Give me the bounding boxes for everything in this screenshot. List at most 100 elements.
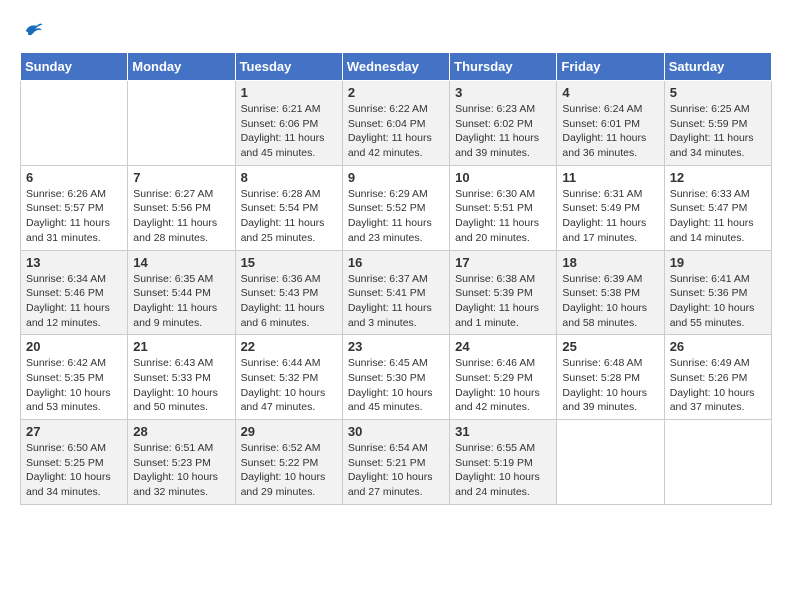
calendar-cell: 20 Sunrise: 6:42 AM Sunset: 5:35 PM Dayli… bbox=[21, 335, 128, 420]
calendar-cell: 4 Sunrise: 6:24 AM Sunset: 6:01 PM Daylig… bbox=[557, 81, 664, 166]
calendar-cell: 12Sunrise: 6:33 AM Sunset: 5:47 PM Dayli… bbox=[664, 165, 771, 250]
calendar-header-thursday: Thursday bbox=[450, 53, 557, 81]
day-info: Sunrise: 6:26 AM Sunset: 5:57 PM Dayligh… bbox=[26, 187, 122, 246]
calendar-header-tuesday: Tuesday bbox=[235, 53, 342, 81]
calendar-header-wednesday: Wednesday bbox=[342, 53, 449, 81]
day-number: 14 bbox=[133, 255, 229, 270]
day-number: 8 bbox=[241, 170, 337, 185]
day-number: 19 bbox=[670, 255, 766, 270]
day-info: Sunrise: 6:25 AM Sunset: 5:59 PM Dayligh… bbox=[670, 102, 766, 161]
day-info: Sunrise: 6:22 AM Sunset: 6:04 PM Dayligh… bbox=[348, 102, 444, 161]
day-info: Sunrise: 6:44 AM Sunset: 5:32 PM Dayligh… bbox=[241, 356, 337, 415]
day-number: 9 bbox=[348, 170, 444, 185]
day-info: Sunrise: 6:49 AM Sunset: 5:26 PM Dayligh… bbox=[670, 356, 766, 415]
day-number: 22 bbox=[241, 339, 337, 354]
day-number: 1 bbox=[241, 85, 337, 100]
day-info: Sunrise: 6:42 AM Sunset: 5:35 PM Dayligh… bbox=[26, 356, 122, 415]
day-number: 23 bbox=[348, 339, 444, 354]
day-number: 31 bbox=[455, 424, 551, 439]
day-number: 30 bbox=[348, 424, 444, 439]
day-number: 24 bbox=[455, 339, 551, 354]
calendar-table: SundayMondayTuesdayWednesdayThursdayFrid… bbox=[20, 52, 772, 505]
calendar-cell: 26 Sunrise: 6:49 AM Sunset: 5:26 PM Dayli… bbox=[664, 335, 771, 420]
day-number: 17 bbox=[455, 255, 551, 270]
calendar-cell: 1 Sunrise: 6:21 AM Sunset: 6:06 PM Daylig… bbox=[235, 81, 342, 166]
logo-bird-icon bbox=[22, 20, 44, 42]
calendar-cell bbox=[557, 420, 664, 505]
day-number: 16 bbox=[348, 255, 444, 270]
day-info: Sunrise: 6:43 AM Sunset: 5:33 PM Dayligh… bbox=[133, 356, 229, 415]
calendar-cell: 6 Sunrise: 6:26 AM Sunset: 5:57 PM Daylig… bbox=[21, 165, 128, 250]
calendar-cell: 14 Sunrise: 6:35 AM Sunset: 5:44 PM Dayli… bbox=[128, 250, 235, 335]
day-number: 10 bbox=[455, 170, 551, 185]
day-info: Sunrise: 6:45 AM Sunset: 5:30 PM Dayligh… bbox=[348, 356, 444, 415]
calendar-cell: 3 Sunrise: 6:23 AM Sunset: 6:02 PM Daylig… bbox=[450, 81, 557, 166]
day-number: 12 bbox=[670, 170, 766, 185]
day-info: Sunrise: 6:55 AM Sunset: 5:19 PM Dayligh… bbox=[455, 441, 551, 500]
calendar-header-row: SundayMondayTuesdayWednesdayThursdayFrid… bbox=[21, 53, 772, 81]
day-number: 2 bbox=[348, 85, 444, 100]
day-number: 20 bbox=[26, 339, 122, 354]
calendar-cell: 16 Sunrise: 6:37 AM Sunset: 5:41 PM Dayli… bbox=[342, 250, 449, 335]
day-info: Sunrise: 6:51 AM Sunset: 5:23 PM Dayligh… bbox=[133, 441, 229, 500]
day-number: 21 bbox=[133, 339, 229, 354]
calendar-cell: 29Sunrise: 6:52 AM Sunset: 5:22 PM Dayli… bbox=[235, 420, 342, 505]
calendar-cell: 22 Sunrise: 6:44 AM Sunset: 5:32 PM Dayli… bbox=[235, 335, 342, 420]
day-number: 7 bbox=[133, 170, 229, 185]
day-info: Sunrise: 6:27 AM Sunset: 5:56 PM Dayligh… bbox=[133, 187, 229, 246]
page-header bbox=[20, 20, 772, 42]
day-info: Sunrise: 6:23 AM Sunset: 6:02 PM Dayligh… bbox=[455, 102, 551, 161]
day-number: 13 bbox=[26, 255, 122, 270]
calendar-cell: 13 Sunrise: 6:34 AM Sunset: 5:46 PM Dayli… bbox=[21, 250, 128, 335]
day-info: Sunrise: 6:34 AM Sunset: 5:46 PM Dayligh… bbox=[26, 272, 122, 331]
calendar-cell: 2 Sunrise: 6:22 AM Sunset: 6:04 PM Daylig… bbox=[342, 81, 449, 166]
day-number: 5 bbox=[670, 85, 766, 100]
day-info: Sunrise: 6:21 AM Sunset: 6:06 PM Dayligh… bbox=[241, 102, 337, 161]
calendar-cell: 18Sunrise: 6:39 AM Sunset: 5:38 PM Dayli… bbox=[557, 250, 664, 335]
day-number: 27 bbox=[26, 424, 122, 439]
day-info: Sunrise: 6:48 AM Sunset: 5:28 PM Dayligh… bbox=[562, 356, 658, 415]
day-info: Sunrise: 6:46 AM Sunset: 5:29 PM Dayligh… bbox=[455, 356, 551, 415]
day-info: Sunrise: 6:36 AM Sunset: 5:43 PM Dayligh… bbox=[241, 272, 337, 331]
calendar-cell bbox=[664, 420, 771, 505]
day-number: 28 bbox=[133, 424, 229, 439]
calendar-cell: 17 Sunrise: 6:38 AM Sunset: 5:39 PM Dayli… bbox=[450, 250, 557, 335]
calendar-cell: 15Sunrise: 6:36 AM Sunset: 5:43 PM Dayli… bbox=[235, 250, 342, 335]
day-info: Sunrise: 6:24 AM Sunset: 6:01 PM Dayligh… bbox=[562, 102, 658, 161]
calendar-week-row: 20 Sunrise: 6:42 AM Sunset: 5:35 PM Dayli… bbox=[21, 335, 772, 420]
day-info: Sunrise: 6:38 AM Sunset: 5:39 PM Dayligh… bbox=[455, 272, 551, 331]
day-info: Sunrise: 6:50 AM Sunset: 5:25 PM Dayligh… bbox=[26, 441, 122, 500]
day-info: Sunrise: 6:30 AM Sunset: 5:51 PM Dayligh… bbox=[455, 187, 551, 246]
day-info: Sunrise: 6:35 AM Sunset: 5:44 PM Dayligh… bbox=[133, 272, 229, 331]
calendar-cell: 23 Sunrise: 6:45 AM Sunset: 5:30 PM Dayli… bbox=[342, 335, 449, 420]
calendar-week-row: 6 Sunrise: 6:26 AM Sunset: 5:57 PM Daylig… bbox=[21, 165, 772, 250]
day-number: 11 bbox=[562, 170, 658, 185]
day-number: 26 bbox=[670, 339, 766, 354]
calendar-cell: 8 Sunrise: 6:28 AM Sunset: 5:54 PM Daylig… bbox=[235, 165, 342, 250]
calendar-header-sunday: Sunday bbox=[21, 53, 128, 81]
day-info: Sunrise: 6:37 AM Sunset: 5:41 PM Dayligh… bbox=[348, 272, 444, 331]
day-info: Sunrise: 6:52 AM Sunset: 5:22 PM Dayligh… bbox=[241, 441, 337, 500]
day-number: 4 bbox=[562, 85, 658, 100]
calendar-cell: 7 Sunrise: 6:27 AM Sunset: 5:56 PM Daylig… bbox=[128, 165, 235, 250]
calendar-cell: 25Sunrise: 6:48 AM Sunset: 5:28 PM Dayli… bbox=[557, 335, 664, 420]
day-info: Sunrise: 6:54 AM Sunset: 5:21 PM Dayligh… bbox=[348, 441, 444, 500]
calendar-cell: 27 Sunrise: 6:50 AM Sunset: 5:25 PM Dayli… bbox=[21, 420, 128, 505]
day-info: Sunrise: 6:28 AM Sunset: 5:54 PM Dayligh… bbox=[241, 187, 337, 246]
calendar-header-saturday: Saturday bbox=[664, 53, 771, 81]
calendar-cell bbox=[128, 81, 235, 166]
calendar-week-row: 27 Sunrise: 6:50 AM Sunset: 5:25 PM Dayli… bbox=[21, 420, 772, 505]
day-number: 6 bbox=[26, 170, 122, 185]
calendar-cell: 9 Sunrise: 6:29 AM Sunset: 5:52 PM Daylig… bbox=[342, 165, 449, 250]
calendar-cell: 5 Sunrise: 6:25 AM Sunset: 5:59 PM Daylig… bbox=[664, 81, 771, 166]
calendar-cell: 21 Sunrise: 6:43 AM Sunset: 5:33 PM Dayli… bbox=[128, 335, 235, 420]
calendar-cell: 24 Sunrise: 6:46 AM Sunset: 5:29 PM Dayli… bbox=[450, 335, 557, 420]
calendar-week-row: 13 Sunrise: 6:34 AM Sunset: 5:46 PM Dayli… bbox=[21, 250, 772, 335]
logo bbox=[20, 20, 44, 42]
calendar-cell: 10 Sunrise: 6:30 AM Sunset: 5:51 PM Dayli… bbox=[450, 165, 557, 250]
day-info: Sunrise: 6:29 AM Sunset: 5:52 PM Dayligh… bbox=[348, 187, 444, 246]
calendar-cell: 31 Sunrise: 6:55 AM Sunset: 5:19 PM Dayli… bbox=[450, 420, 557, 505]
day-info: Sunrise: 6:31 AM Sunset: 5:49 PM Dayligh… bbox=[562, 187, 658, 246]
calendar-cell bbox=[21, 81, 128, 166]
day-number: 3 bbox=[455, 85, 551, 100]
